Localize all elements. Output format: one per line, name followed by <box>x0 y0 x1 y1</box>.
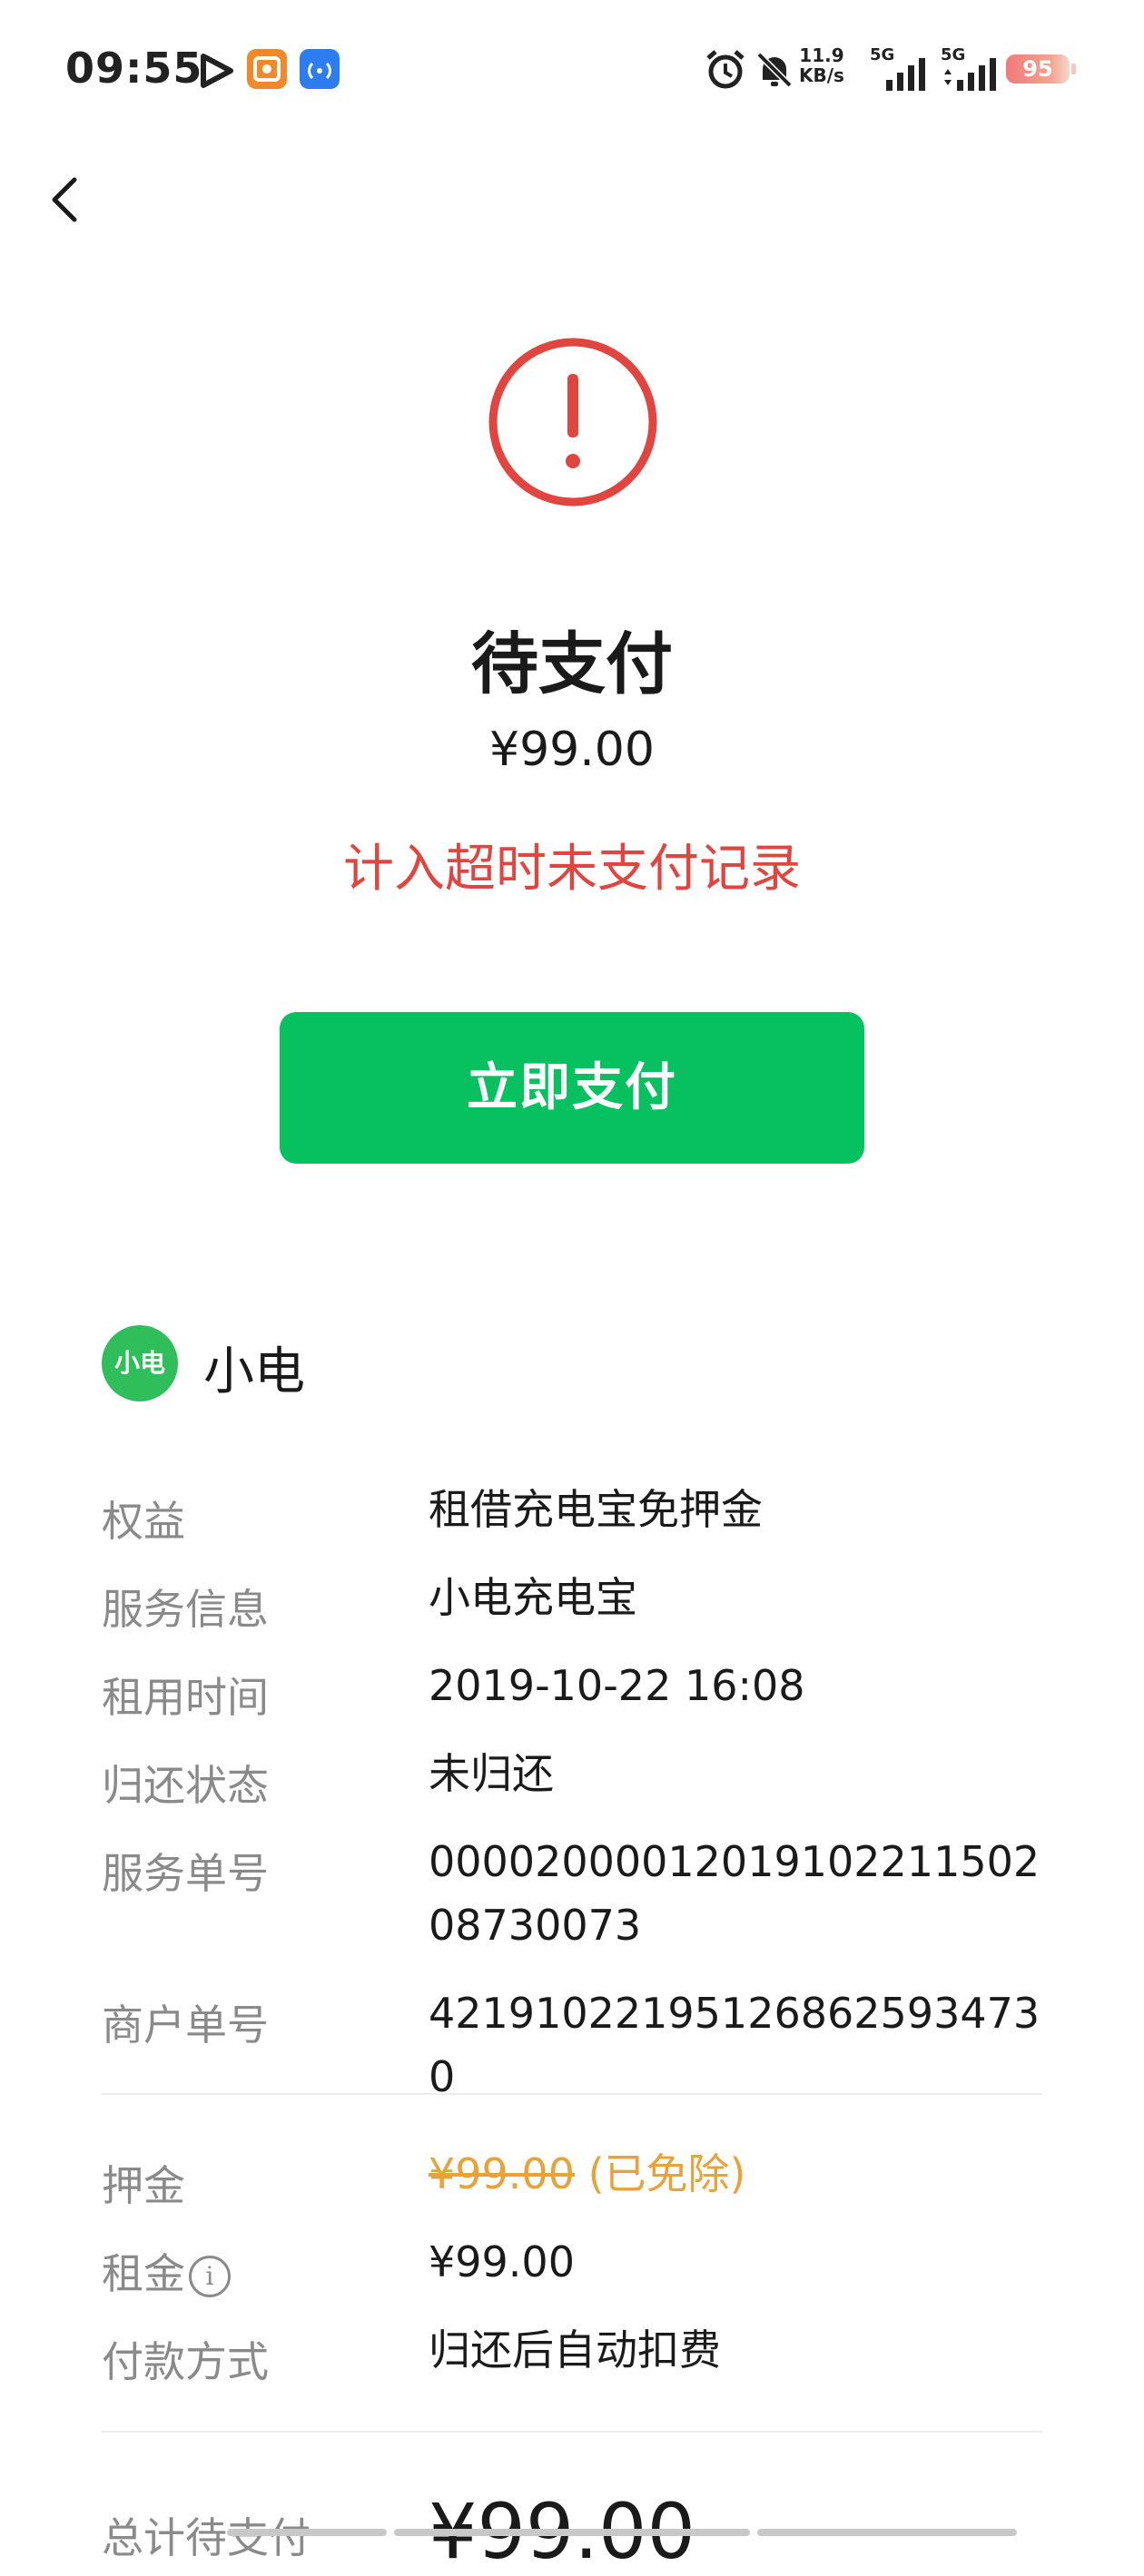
rent-label: 租金 i <box>102 2241 231 2301</box>
deposit-waived-note: (已免除) <box>587 2149 746 2198</box>
rent-label-text: 租金 <box>102 2249 185 2298</box>
detail-value: 租借充电宝免押金 <box>429 1485 763 1534</box>
deposit-label: 押金 <box>102 2161 185 2210</box>
overdue-warning: 计入超时未支付记录 <box>343 840 801 899</box>
status-bar: 09:55 11.9 KB/s 5G 5G 95 <box>0 0 1144 145</box>
scroll-indicator <box>227 2529 387 2536</box>
detail-value: 小电充电宝 <box>429 1573 637 1622</box>
detail-label: 归还状态 <box>102 1761 269 1810</box>
detail-label: 服务信息 <box>102 1585 269 1634</box>
merchant-logo: 小电 <box>102 1325 178 1401</box>
nfc-icon <box>300 49 340 89</box>
deposit-value: ¥99.00 (已免除) <box>429 2142 1055 2206</box>
net-speed-value: 11.9 <box>799 44 844 66</box>
detail-value: 未归还 <box>429 1749 554 1798</box>
play-icon <box>201 54 233 88</box>
battery-icon: 95 <box>1006 54 1070 84</box>
rent-value: ¥99.00 <box>429 2237 575 2286</box>
status-time: 09:55 <box>65 44 203 93</box>
signal-icon <box>944 58 996 91</box>
signal-icon <box>886 58 925 91</box>
detail-label: 租用时间 <box>102 1673 269 1722</box>
pay-now-button[interactable]: 立即支付 <box>280 1012 864 1164</box>
detail-value: 2019-10-22 16:08 <box>429 1661 805 1710</box>
exclamation-circle-icon <box>488 338 657 506</box>
merchant-name: 小电 <box>203 1342 305 1401</box>
order-amount: ¥99.00 <box>489 723 655 777</box>
battery-tip <box>1071 64 1076 74</box>
info-icon[interactable]: i <box>189 2256 231 2297</box>
status-title: 待支付 <box>471 625 673 703</box>
app-notification-icon <box>247 49 287 89</box>
divider <box>102 2431 1042 2433</box>
alarm-icon <box>706 50 745 89</box>
deposit-original: ¥99.00 <box>429 2149 575 2198</box>
scroll-indicator <box>394 2529 750 2536</box>
detail-label: 权益 <box>102 1497 185 1546</box>
payment-method-value: 归还后自动扣费 <box>429 2325 721 2374</box>
chevron-left-icon <box>52 177 77 222</box>
payment-method-label: 付款方式 <box>102 2337 269 2386</box>
divider <box>102 2093 1042 2095</box>
back-button[interactable] <box>44 163 98 236</box>
mute-icon <box>756 52 793 88</box>
scroll-indicator <box>757 2529 1017 2536</box>
net-speed-unit: KB/s <box>799 64 844 86</box>
net-speed: 11.9 KB/s <box>799 45 844 85</box>
detail-label: 服务单号 <box>102 1849 269 1898</box>
detail-value: 4219102219512686259347​30 <box>429 1989 1040 2101</box>
detail-value: 00002000012019102211502087300​73 <box>429 1837 1040 1950</box>
detail-label: 商户单号 <box>102 2001 269 2050</box>
